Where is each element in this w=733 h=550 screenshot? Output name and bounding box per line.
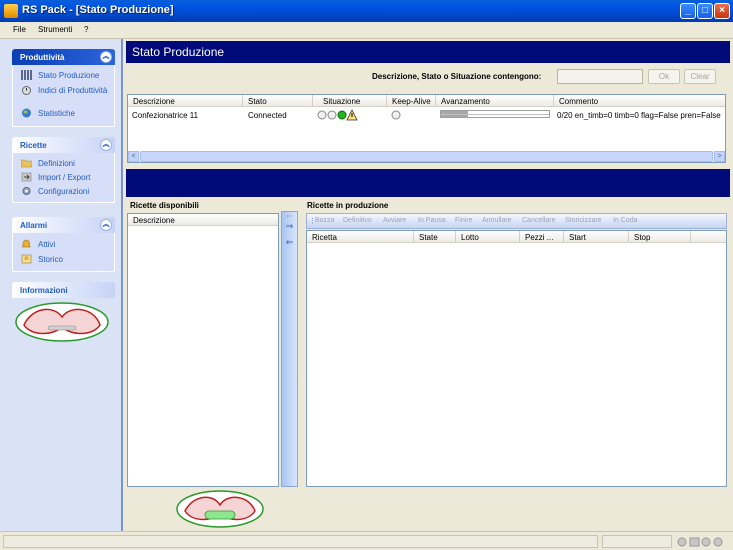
sidebar-item-label: Definizioni <box>38 159 75 168</box>
recipe-mover-bar: ⋯ ⇒ ⇐ <box>281 211 298 487</box>
toolbar-definitivo[interactable]: Definitivo <box>343 217 372 224</box>
status-bar <box>0 531 733 550</box>
progress-bar <box>440 110 550 118</box>
alarm-active-icon <box>21 239 32 248</box>
column-header[interactable]: Stato <box>243 95 313 107</box>
status-pane-secondary <box>602 535 672 548</box>
column-header[interactable]: Lotto <box>456 231 520 243</box>
company-logo <box>15 302 109 342</box>
maximize-button[interactable]: □ <box>697 3 713 19</box>
toolbar-in-coda[interactable]: In Coda <box>613 217 638 224</box>
production-recipes-title: Ricette in produzione <box>307 201 389 210</box>
menu-bar: File Strumenti ? <box>0 22 733 39</box>
sidebar-item-label: Storico <box>38 255 63 264</box>
minimize-button[interactable]: _ <box>680 3 696 19</box>
grip-dots-icon: ⋯ <box>286 214 293 220</box>
scroll-left-icon[interactable]: < <box>128 151 139 162</box>
folder-open-icon <box>21 159 32 168</box>
move-left-arrow-icon[interactable]: ⇐ <box>284 238 295 247</box>
toolbar-avviare[interactable]: Avviare <box>383 217 406 224</box>
recipes-panel-title: Ricette <box>20 141 47 150</box>
productivity-panel-title: Produttività <box>20 53 65 62</box>
window-titlebar: RS Pack - [Stato Produzione] _ □ × <box>0 0 733 22</box>
sidebar-item-label: Stato Produzione <box>38 71 100 80</box>
info-panel-header[interactable]: Informazioni <box>12 282 115 298</box>
menu-file[interactable]: File <box>13 25 26 34</box>
column-header-filler <box>691 231 726 243</box>
toolbar-finire[interactable]: Finire <box>455 217 473 224</box>
bars-icon <box>21 70 32 80</box>
column-header[interactable]: Ricetta <box>307 231 414 243</box>
recipes-panel: Definizioni Import / Export Configurazio… <box>12 153 115 203</box>
production-recipes-grid: Ricetta State Lotto Pezzi ... Start Stop <box>306 230 727 487</box>
sidebar-item-label: Import / Export <box>38 173 91 182</box>
column-header[interactable]: Commento <box>554 95 725 107</box>
status-icons <box>677 537 723 547</box>
status-pane-main <box>3 535 598 548</box>
main-content: Stato Produzione Descrizione, Stato o Si… <box>125 39 733 531</box>
section-divider-bar <box>126 169 730 197</box>
toolbar-cancellare[interactable]: Cancellare <box>522 217 555 224</box>
ok-button[interactable]: Ok <box>648 69 680 84</box>
search-label: Descrizione, Stato o Situazione contengo… <box>372 72 542 81</box>
available-recipes-grid: Descrizione <box>127 213 279 487</box>
keep-alive-indicator <box>391 110 401 120</box>
collapse-chevron-icon[interactable]: ︽ <box>100 139 112 151</box>
column-header[interactable]: Start <box>564 231 629 243</box>
sidebar: Produttività ︽ Stato Produzione Indici d… <box>0 39 123 531</box>
sidebar-item-label: Statistiche <box>38 109 75 118</box>
app-icon <box>4 4 18 18</box>
scroll-thumb[interactable] <box>140 151 713 162</box>
scroll-right-icon[interactable]: > <box>714 151 725 162</box>
productivity-panel-header[interactable]: Produttività ︽ <box>12 49 115 65</box>
cell-descrizione: Confezionatrice 11 <box>132 111 199 120</box>
available-recipes-title: Ricette disponibili <box>130 201 199 210</box>
stopwatch-icon <box>22 86 31 95</box>
close-button[interactable]: × <box>714 3 730 19</box>
alarms-panel-title: Allarmi <box>20 221 48 230</box>
cell-commento: 0/20 en_timb=0 timb=0 flag=False pren=Fa… <box>557 111 721 120</box>
collapse-chevron-icon[interactable]: ︽ <box>100 219 112 231</box>
horizontal-scrollbar[interactable]: < > <box>128 151 725 162</box>
production-toolbar: ⋮ Bozza Definitivo Avviare In Pausa Fini… <box>306 213 727 229</box>
sidebar-item-label: Indici di Produttività <box>38 86 108 95</box>
alarms-panel: Attivi Storico <box>12 233 115 272</box>
toolbar-in-pausa[interactable]: In Pausa <box>418 217 446 224</box>
toolbar-bozza[interactable]: Bozza <box>315 217 334 224</box>
window-title: RS Pack - [Stato Produzione] <box>22 4 174 16</box>
alarm-history-icon <box>21 254 32 264</box>
recipes-panel-header[interactable]: Ricette ︽ <box>12 137 115 153</box>
column-header[interactable]: Descrizione <box>128 95 243 107</box>
cell-stato: Connected <box>248 111 287 120</box>
column-header[interactable]: Situazione <box>313 95 387 107</box>
column-header[interactable]: Pezzi ... <box>520 231 564 243</box>
import-export-icon <box>21 172 32 182</box>
clear-button[interactable]: Clear <box>684 69 716 84</box>
menu-tools[interactable]: Strumenti <box>38 25 72 34</box>
move-right-arrow-icon[interactable]: ⇒ <box>284 222 295 231</box>
search-input[interactable] <box>557 69 643 84</box>
gear-icon <box>22 187 31 195</box>
info-panel-title: Informazioni <box>20 286 68 295</box>
column-header[interactable]: Stop <box>629 231 691 243</box>
page-title: Stato Produzione <box>126 41 730 63</box>
machines-grid: Descrizione Stato Situazione Keep-Alive … <box>127 94 726 163</box>
toolbar-annullare[interactable]: Annullare <box>482 217 512 224</box>
menu-help[interactable]: ? <box>84 25 88 34</box>
globe-icon <box>22 108 31 118</box>
column-header[interactable]: Descrizione <box>128 214 278 226</box>
collapse-chevron-icon[interactable]: ︽ <box>100 51 112 63</box>
toolbar-storicizzare[interactable]: Storicizzare <box>565 217 602 224</box>
column-header[interactable]: State <box>414 231 456 243</box>
sidebar-item-label: Configurazioni <box>38 187 90 196</box>
productivity-panel: Stato Produzione Indici di Produttività … <box>12 65 115 127</box>
column-header[interactable]: Keep-Alive <box>387 95 436 107</box>
alarms-panel-header[interactable]: Allarmi ︽ <box>12 217 115 233</box>
sidebar-item-label: Attivi <box>38 240 56 249</box>
column-header[interactable]: Avanzamento <box>436 95 554 107</box>
situation-indicators <box>317 109 358 121</box>
company-logo <box>176 490 264 528</box>
